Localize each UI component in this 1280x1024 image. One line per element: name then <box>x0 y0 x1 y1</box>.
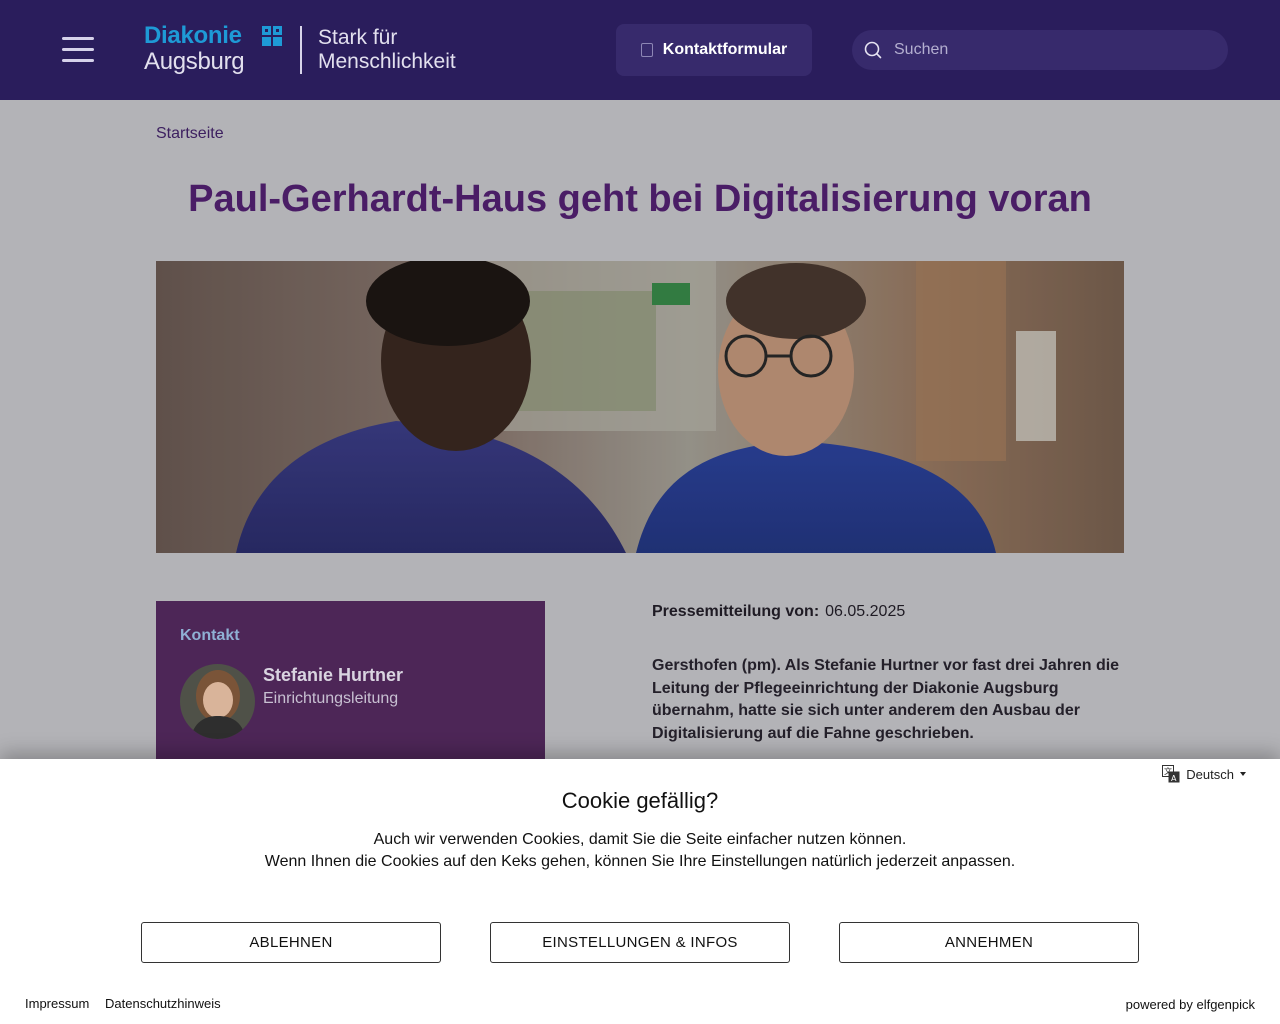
logo-slogan: Stark für Menschlichkeit <box>318 26 456 74</box>
press-release-date: 06.05.2025 <box>825 603 906 620</box>
svg-text:A: A <box>1171 774 1177 783</box>
diakonie-cross-icon <box>262 26 282 46</box>
contact-form-label: Kontaktformular <box>662 41 788 58</box>
page-title: Paul-Gerhardt-Haus geht bei Digitalisier… <box>188 178 1092 220</box>
cookie-settings-button[interactable]: EINSTELLUNGEN & INFOS <box>490 922 790 963</box>
contact-form-icon <box>640 43 653 57</box>
site-header: Diakonie Augsburg Stark für Menschlichke… <box>0 0 1280 100</box>
accept-cookies-button[interactable]: ANNEHMEN <box>839 922 1139 963</box>
search-icon[interactable] <box>864 41 882 59</box>
hero-photo-illustration <box>156 261 1124 553</box>
powered-by-text: powered by elfgenpick <box>1125 997 1255 1012</box>
logo-city-text: Augsburg <box>144 48 245 75</box>
cookie-banner: 文 A Deutsch Cookie gefällig? Auch wir ve… <box>0 759 1280 1024</box>
logo-slogan-line1: Stark für <box>318 26 398 49</box>
decline-cookies-button[interactable]: ABLEHNEN <box>141 922 441 963</box>
language-label: Deutsch <box>1186 766 1234 782</box>
menu-icon[interactable] <box>62 37 94 63</box>
contact-card-label: Kontakt <box>180 627 240 644</box>
search-input[interactable] <box>894 30 1214 70</box>
avatar <box>180 664 255 739</box>
chevron-down-icon <box>1240 772 1246 776</box>
cookie-text-line2: Wenn Ihnen die Cookies auf den Keks gehe… <box>264 853 1016 870</box>
contact-role: Einrichtungsleitung <box>263 690 399 707</box>
logo-brand-text: Diakonie <box>144 22 242 49</box>
language-selector[interactable]: 文 A Deutsch <box>1162 765 1246 783</box>
contact-form-button[interactable]: Kontaktformular <box>616 24 812 76</box>
cookie-text: Auch wir verwenden Cookies, damit Sie di… <box>0 829 1280 873</box>
logo-slogan-line2: Menschlichkeit <box>318 50 456 73</box>
article-lead: Gersthofen (pm). Als Stefanie Hurtner vo… <box>652 657 1120 742</box>
cookie-text-line1: Auch wir verwenden Cookies, damit Sie di… <box>373 831 907 848</box>
search-bar[interactable] <box>852 30 1228 70</box>
logo-divider <box>300 26 302 74</box>
press-release-label: Pressemitteilung von: <box>652 603 820 620</box>
hero-image <box>156 261 1124 553</box>
impressum-link[interactable]: Impressum <box>25 996 89 1011</box>
cookie-title: Cookie gefällig? <box>561 788 719 813</box>
press-release-info: Pressemitteilung von: 06.05.2025 <box>652 603 905 621</box>
breadcrumb-home[interactable]: Startseite <box>156 125 224 143</box>
translate-icon: 文 A <box>1162 765 1180 783</box>
privacy-link[interactable]: Datenschutzhinweis <box>105 996 221 1011</box>
avatar-portrait-illustration <box>180 664 255 739</box>
contact-name: Stefanie Hurtner <box>263 665 404 685</box>
contact-card: Kontakt Stefanie Hurtner Einrichtungslei… <box>156 601 545 761</box>
